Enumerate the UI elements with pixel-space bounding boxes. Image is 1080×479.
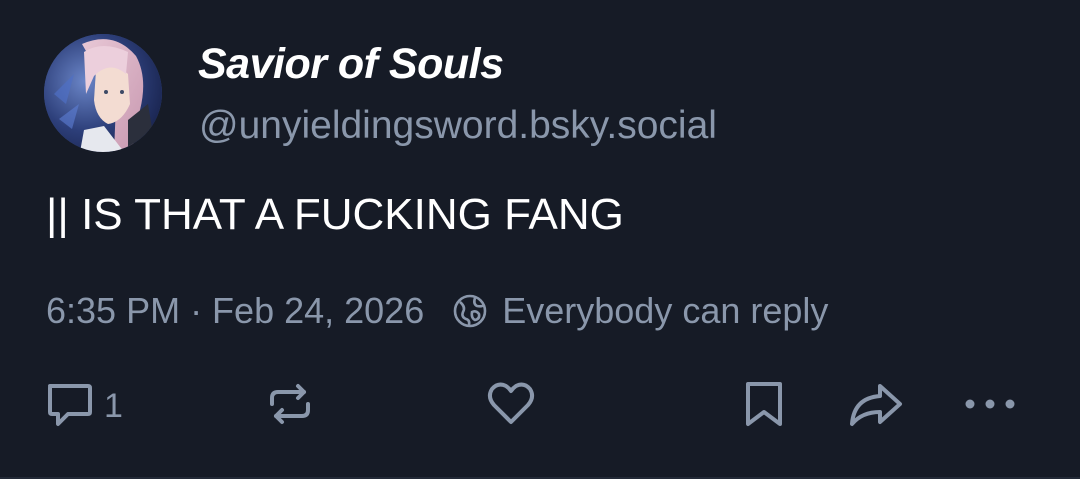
ellipsis-icon (962, 378, 1022, 435)
post-actions: 1 (0, 378, 1080, 434)
post-view: Savior of Souls @unyieldingsword.bsky.so… (0, 0, 1080, 479)
share-arrow-icon (846, 378, 906, 435)
more-options-button[interactable] (962, 378, 1022, 434)
globe-icon (452, 293, 488, 329)
speech-bubble-icon (44, 378, 96, 435)
reply-button[interactable]: 1 (44, 378, 123, 434)
avatar[interactable] (44, 34, 162, 152)
share-button[interactable] (846, 378, 906, 434)
avatar-image (44, 34, 162, 152)
post-meta: 6:35 PM · Feb 24, 2026 Everybody can rep… (46, 288, 828, 334)
bookmark-icon (740, 378, 788, 435)
post-timestamp[interactable]: 6:35 PM · Feb 24, 2026 (46, 290, 424, 332)
repost-button[interactable] (264, 378, 316, 434)
heart-icon (484, 378, 538, 435)
repost-arrows-icon (264, 378, 316, 435)
like-button[interactable] (484, 378, 538, 434)
post-text: || IS THAT A FUCKING FANG (46, 190, 624, 239)
author-handle[interactable]: @unyieldingsword.bsky.social (199, 104, 717, 148)
reply-count: 1 (104, 386, 123, 425)
bookmark-button[interactable] (740, 378, 788, 434)
reply-setting[interactable]: Everybody can reply (502, 290, 828, 332)
author-display-name[interactable]: Savior of Souls (198, 40, 504, 89)
